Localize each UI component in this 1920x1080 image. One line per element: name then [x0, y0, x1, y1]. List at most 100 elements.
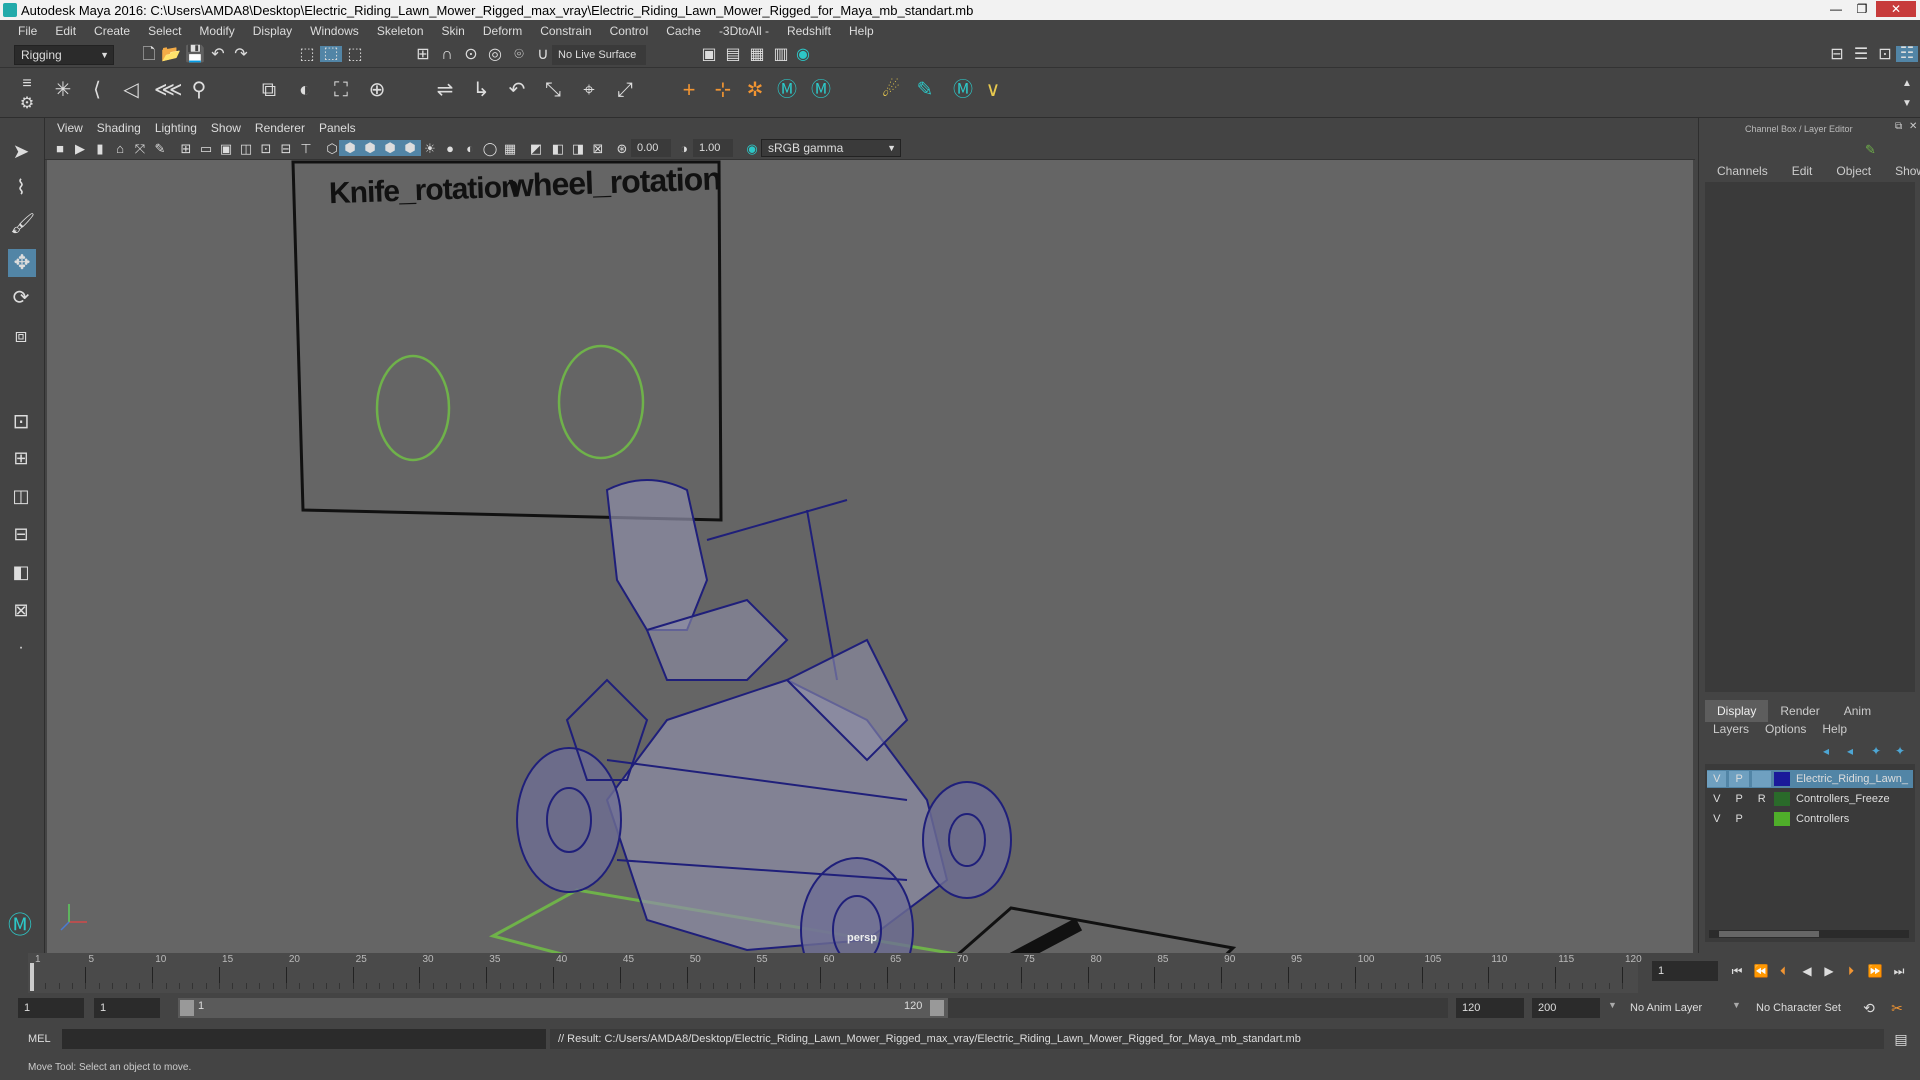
screen-space-ao-icon[interactable]: ● — [439, 141, 461, 157]
parent-constraint-icon[interactable]: ⇌ — [434, 80, 456, 100]
channels-show-menu[interactable]: Show — [1883, 160, 1920, 182]
channel-box-toggle-icon[interactable]: ☷ — [1896, 46, 1918, 62]
script-language-label[interactable]: MEL — [28, 1033, 51, 1045]
layer-scrollbar-thumb[interactable] — [1719, 931, 1819, 937]
select-object-icon[interactable]: ⬚ — [320, 46, 342, 62]
snap-view-icon[interactable]: ◎ — [484, 47, 506, 63]
snap-surface-icon[interactable]: ⌾ — [508, 47, 530, 63]
panel-menu-shading[interactable]: Shading — [93, 121, 151, 135]
play-forwards-icon[interactable]: ▶ — [1818, 963, 1840, 979]
wireframe-on-shaded-icon[interactable]: ⬢ — [359, 140, 381, 156]
command-input[interactable] — [62, 1029, 546, 1049]
joint-tool-icon[interactable]: ✳ — [52, 80, 74, 100]
image-plane-icon[interactable]: ⌂ — [109, 141, 131, 157]
persp-graph-layout-icon[interactable]: ⊟ — [10, 525, 32, 543]
hik-skeleton-icon[interactable]: Ⓜ — [810, 80, 832, 100]
shelf-settings-gear-icon[interactable]: ⚙ — [16, 96, 38, 112]
menu-display[interactable]: Display — [245, 24, 302, 38]
go-to-start-icon[interactable]: ⏮ — [1726, 963, 1748, 979]
3d-viewport[interactable]: Knife_rotation wheel_rotation persp — [47, 160, 1693, 953]
exposure-field[interactable]: 0.00 — [631, 139, 671, 157]
move-layer-down-icon[interactable]: ◂ — [1847, 744, 1853, 758]
textured-icon[interactable]: ⬢ — [379, 140, 401, 156]
go-to-end-icon[interactable]: ⏭ — [1888, 963, 1910, 979]
character-set-dropdown[interactable]: No Character Set — [1752, 998, 1872, 1018]
insert-joint-icon[interactable]: ⋘ — [154, 80, 182, 100]
panel-menu-renderer[interactable]: Renderer — [251, 121, 315, 135]
step-back-key-icon[interactable]: ⏪ — [1750, 963, 1772, 979]
lattice-icon[interactable]: ⛶ — [330, 80, 352, 100]
xray-icon[interactable]: ◧ — [547, 141, 569, 157]
use-all-lights-icon[interactable]: ⬢ — [399, 140, 421, 156]
select-hierarchy-icon[interactable]: ⬚ — [296, 47, 318, 63]
smooth-shade-icon[interactable]: ⬢ — [339, 140, 361, 156]
menu-edit[interactable]: Edit — [47, 24, 86, 38]
colorspace-dropdown[interactable]: sRGB gamma ▼ — [761, 139, 901, 157]
create-layer-from-selected-icon[interactable]: ✦ — [1895, 744, 1905, 758]
gamma-field[interactable]: 1.00 — [693, 139, 733, 157]
current-frame-field[interactable]: 1 — [1652, 961, 1718, 981]
menu-3dtoall[interactable]: -3DtoAll - — [711, 24, 779, 38]
menu-deform[interactable]: Deform — [475, 24, 532, 38]
anim-layer-dropdown[interactable]: No Anim Layer — [1626, 998, 1742, 1018]
playback-start-field[interactable]: 1 — [94, 998, 160, 1018]
scale-constraint-icon[interactable]: ⤡ — [542, 80, 564, 100]
menu-modify[interactable]: Modify — [191, 24, 244, 38]
layer-color-swatch[interactable] — [1774, 792, 1791, 806]
create-empty-layer-icon[interactable]: ✦ — [1871, 744, 1881, 758]
mirror-joint-icon[interactable]: ⚲ — [188, 80, 210, 100]
layout-more-icon[interactable]: · — [10, 640, 32, 656]
shelf-options-icon[interactable]: ≡ — [16, 76, 38, 92]
panel-menu-show[interactable]: Show — [207, 121, 251, 135]
layer-row[interactable]: V P R Controllers_Freeze — [1707, 790, 1913, 808]
resolution-gate-icon[interactable]: ▣ — [215, 141, 237, 157]
menu-skeleton[interactable]: Skeleton — [369, 24, 434, 38]
save-scene-icon[interactable]: 💾 — [184, 47, 206, 63]
render-view-icon[interactable]: ▥ — [770, 47, 792, 63]
menu-cache[interactable]: Cache — [658, 24, 711, 38]
layer-display-type-toggle[interactable]: R — [1752, 791, 1771, 807]
menu-control[interactable]: Control — [602, 24, 659, 38]
film-gate-icon[interactable]: ▭ — [195, 141, 217, 157]
panel-menu-lighting[interactable]: Lighting — [151, 121, 207, 135]
new-scene-icon[interactable]: 🗋 — [138, 47, 160, 63]
script-editor-icon[interactable]: ▤ — [1890, 1031, 1912, 1047]
menu-redshift[interactable]: Redshift — [779, 24, 841, 38]
layer-row[interactable]: V P Controllers — [1707, 810, 1913, 828]
open-scene-icon[interactable]: 📂 — [160, 47, 182, 63]
wrinkle-icon[interactable]: ∨ — [982, 80, 1004, 100]
scale-tool-icon[interactable]: ⧈ — [10, 326, 32, 346]
point-constraint-icon[interactable]: ↳ — [470, 80, 492, 100]
layer-row[interactable]: V P Electric_Riding_Lawn_ — [1707, 770, 1913, 788]
play-backwards-icon[interactable]: ◀ — [1796, 963, 1818, 979]
aim-constraint-icon[interactable]: ⌖ — [578, 80, 600, 100]
menu-file[interactable]: File — [10, 24, 47, 38]
orient-constraint-icon[interactable]: ↶ — [506, 80, 528, 100]
layer-display-type-toggle[interactable] — [1752, 811, 1771, 827]
select-component-icon[interactable]: ⬚ — [344, 47, 366, 63]
wheel-rotation-control[interactable] — [557, 344, 645, 460]
field-chart-icon[interactable]: ⊡ — [255, 141, 277, 157]
locator-icon[interactable]: + — [678, 79, 700, 101]
animation-preferences-icon[interactable]: ✂ — [1886, 1000, 1908, 1016]
menu-create[interactable]: Create — [86, 24, 140, 38]
modeling-toolkit-icon[interactable]: ⊟ — [1826, 47, 1848, 63]
rotate-tool-icon[interactable]: ⟳ — [10, 288, 32, 308]
anti-aliasing-icon[interactable]: ◯ — [479, 141, 501, 157]
color-management-icon[interactable]: ◉ — [741, 141, 763, 157]
channel-box-options-icon[interactable]: ✎ — [1865, 142, 1876, 158]
move-layer-up-icon[interactable]: ◂ — [1823, 744, 1829, 758]
knife-rotation-control[interactable] — [375, 354, 451, 462]
uv-editor-layout-icon[interactable]: ⊠ — [10, 601, 32, 619]
hik-character-icon[interactable]: Ⓜ — [776, 80, 798, 100]
time-slider-track[interactable]: 1 5 10 15 20 25 30 35 40 45 50 55 60 65 70 75 80 85 90 95 10… — [28, 953, 1642, 993]
move-tool-icon[interactable]: ✥ — [8, 249, 36, 277]
hypershade-icon[interactable]: ◉ — [792, 47, 814, 63]
quick-rig-icon[interactable]: ☄ — [880, 80, 902, 100]
layer-tab-render[interactable]: Render — [1768, 700, 1831, 722]
lawn-mower-model[interactable] — [516, 479, 1012, 953]
layer-color-swatch[interactable] — [1774, 772, 1791, 786]
layer-visibility-toggle[interactable]: V — [1707, 811, 1726, 827]
playback-end-field[interactable]: 120 — [1456, 998, 1524, 1018]
layers-menu[interactable]: Layers — [1705, 720, 1757, 738]
